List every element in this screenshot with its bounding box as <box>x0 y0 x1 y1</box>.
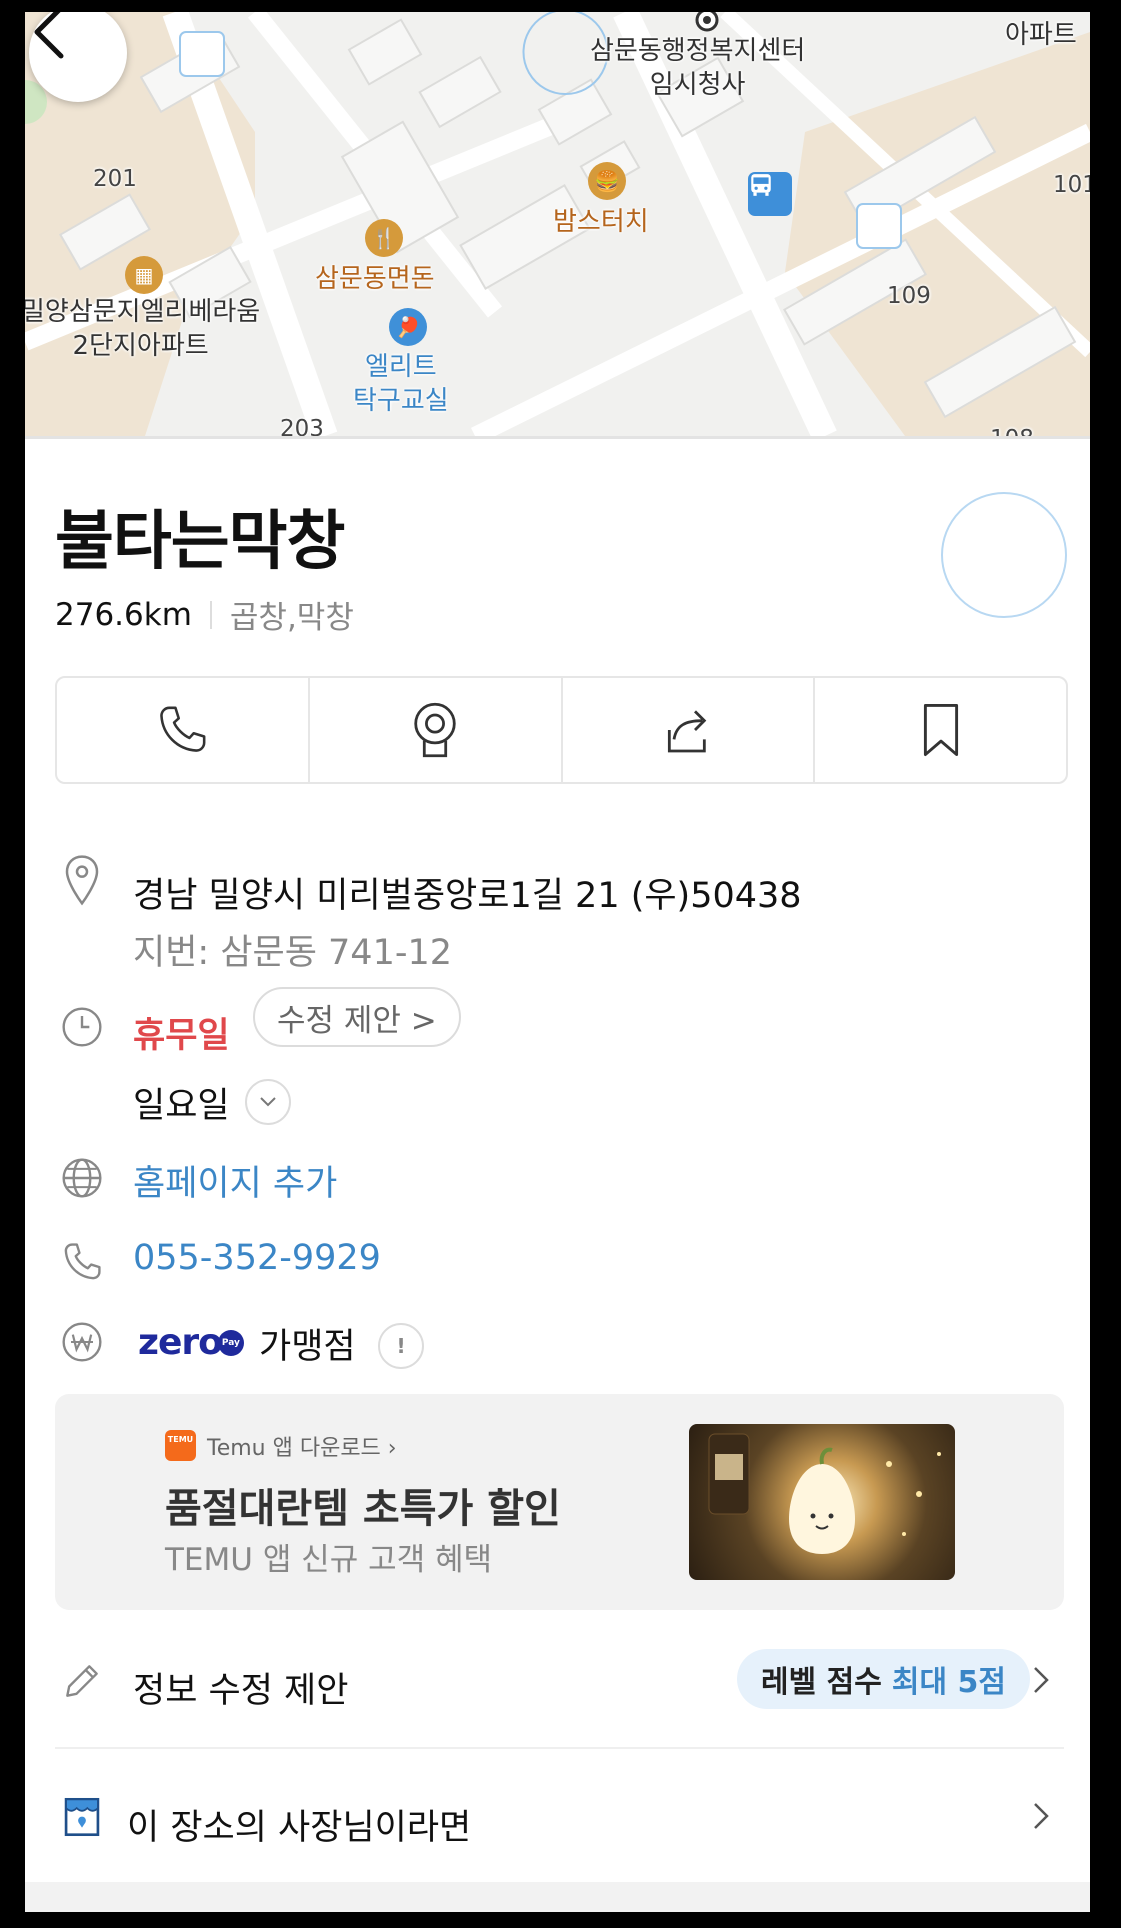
map-label-101: 101 <box>1053 172 1090 198</box>
route-pin-icon <box>414 702 456 758</box>
call-button[interactable] <box>57 678 310 782</box>
zeropay-pay-badge: Pay <box>217 1329 244 1356</box>
bookmark-button[interactable] <box>815 678 1066 782</box>
pingpong-icon[interactable]: 🏓 <box>389 308 427 346</box>
info-exclamation-icon: ! <box>396 1334 406 1358</box>
map-label-elite-pingpong-text: 엘리트 탁구교실 <box>353 352 449 416</box>
address-lot[interactable]: 지번: 삼문동 741-12 <box>133 924 452 975</box>
store-icon <box>60 1795 104 1839</box>
zeropay-info-button[interactable]: ! <box>378 1323 424 1369</box>
ad-headline: 품절대란템 초특가 할인 <box>165 1486 561 1532</box>
burger-icon[interactable]: 🍔 <box>588 162 626 200</box>
map-label-apartment-right: 아파트 <box>1005 20 1077 50</box>
share-icon <box>667 710 707 753</box>
temu-logo-text: TEMU <box>167 1435 194 1444</box>
place-category: 곱창,막창 <box>229 600 354 636</box>
clock-icon <box>60 1005 104 1049</box>
zeropay-label: 가맹점 <box>259 1327 356 1367</box>
place-distance: 276.6km <box>55 596 192 633</box>
chevron-left-icon <box>34 12 64 59</box>
restaurant-icon[interactable]: 🍴 <box>365 219 403 257</box>
map-label-center-office: 삼문동행정복지센터 임시청사 <box>590 34 805 102</box>
chevron-right-icon[interactable] <box>1031 1664 1051 1700</box>
route-button[interactable] <box>310 678 563 782</box>
map-label-elite-pingpong[interactable]: 엘리트 탁구교실 <box>353 350 449 418</box>
map-label-203: 203 <box>280 416 324 439</box>
owner-claim-label[interactable]: 이 장소의 사장님이라면 <box>127 1799 471 1850</box>
bus-stop-icon[interactable] <box>748 172 792 216</box>
add-homepage-link[interactable]: 홈페이지 추가 <box>133 1155 337 1206</box>
badge-highlight: 최대 5점 <box>891 1665 1006 1700</box>
map-label-apartment-left[interactable]: 밀양삼문지엘리베라움 2단지아파트 <box>25 295 260 363</box>
ad-image <box>689 1424 955 1580</box>
phone-number-link[interactable]: 055-352-9929 <box>133 1238 381 1278</box>
globe-icon <box>60 1156 104 1200</box>
badge-prefix: 레벨 점수 <box>761 1665 882 1700</box>
share-button[interactable] <box>563 678 816 782</box>
zeropay-logo: zero Pay <box>138 1322 244 1363</box>
apartment-icon[interactable]: ▦ <box>125 256 163 294</box>
action-bar <box>55 676 1068 784</box>
map-label-samun-noodle[interactable]: 삼문동면돈 <box>315 262 435 296</box>
meta-divider <box>209 600 212 629</box>
ad-lamp-image <box>708 1433 941 1554</box>
hours-status: 휴무일 <box>133 1016 230 1056</box>
map-label-201: 201 <box>93 166 137 192</box>
place-name: 불타는막창 <box>55 505 345 579</box>
zeropay-brand: zero <box>138 1322 223 1363</box>
suggest-edit-hours-button[interactable]: 수정 제안 > <box>253 987 461 1047</box>
expand-hours-button[interactable] <box>245 1079 291 1125</box>
level-score-badge[interactable]: 레벨 점수 최대 5점 <box>737 1649 1030 1709</box>
place-thumbnail[interactable] <box>941 492 1067 618</box>
pencil-icon <box>60 1659 104 1703</box>
bottom-section-separator <box>25 1882 1090 1912</box>
map-view[interactable]: 삼문동행정복지센터 임시청사 아파트 201 101 109 108 203 🍔… <box>25 12 1090 439</box>
place-meta: 276.6km 곱창,막창 <box>55 592 354 637</box>
map-label-108: 108 <box>990 426 1034 439</box>
ad-banner[interactable]: TEMU Temu 앱 다운로드 › 품절대란템 초특가 할인 TEMU 앱 신… <box>55 1394 1064 1610</box>
address-road[interactable]: 경남 밀양시 미리벌중앙로1길 21 (우)50438 <box>133 867 802 918</box>
device-frame: 삼문동행정복지센터 임시청사 아파트 201 101 109 108 203 🍔… <box>0 0 1121 1928</box>
chevron-down-icon <box>260 1097 276 1107</box>
edit-suggest-label[interactable]: 정보 수정 제안 <box>133 1662 348 1713</box>
section-divider <box>55 1747 1064 1749</box>
phone-icon <box>160 706 206 752</box>
map-label-109: 109 <box>887 283 931 309</box>
phone-row-icon <box>60 1240 104 1284</box>
map-label-bamstouch[interactable]: 밤스터치 <box>553 205 649 239</box>
location-pin-icon <box>60 855 104 906</box>
won-coin-icon <box>60 1320 104 1364</box>
ad-source[interactable]: Temu 앱 다운로드 › <box>207 1430 397 1462</box>
temu-logo-icon: TEMU <box>165 1430 196 1461</box>
screen: 삼문동행정복지센터 임시청사 아파트 201 101 109 108 203 🍔… <box>25 12 1090 1912</box>
map-label-center-office-text: 삼문동행정복지센터 임시청사 <box>590 36 806 100</box>
owner-chevron-right-icon[interactable] <box>1031 1800 1051 1836</box>
ad-subtext: TEMU 앱 신규 고객 혜택 <box>165 1542 493 1578</box>
bookmark-icon <box>923 704 958 756</box>
map-label-apartment-left-text: 밀양삼문지엘리베라움 2단지아파트 <box>25 297 261 361</box>
closed-day[interactable]: 일요일 <box>133 1077 230 1128</box>
